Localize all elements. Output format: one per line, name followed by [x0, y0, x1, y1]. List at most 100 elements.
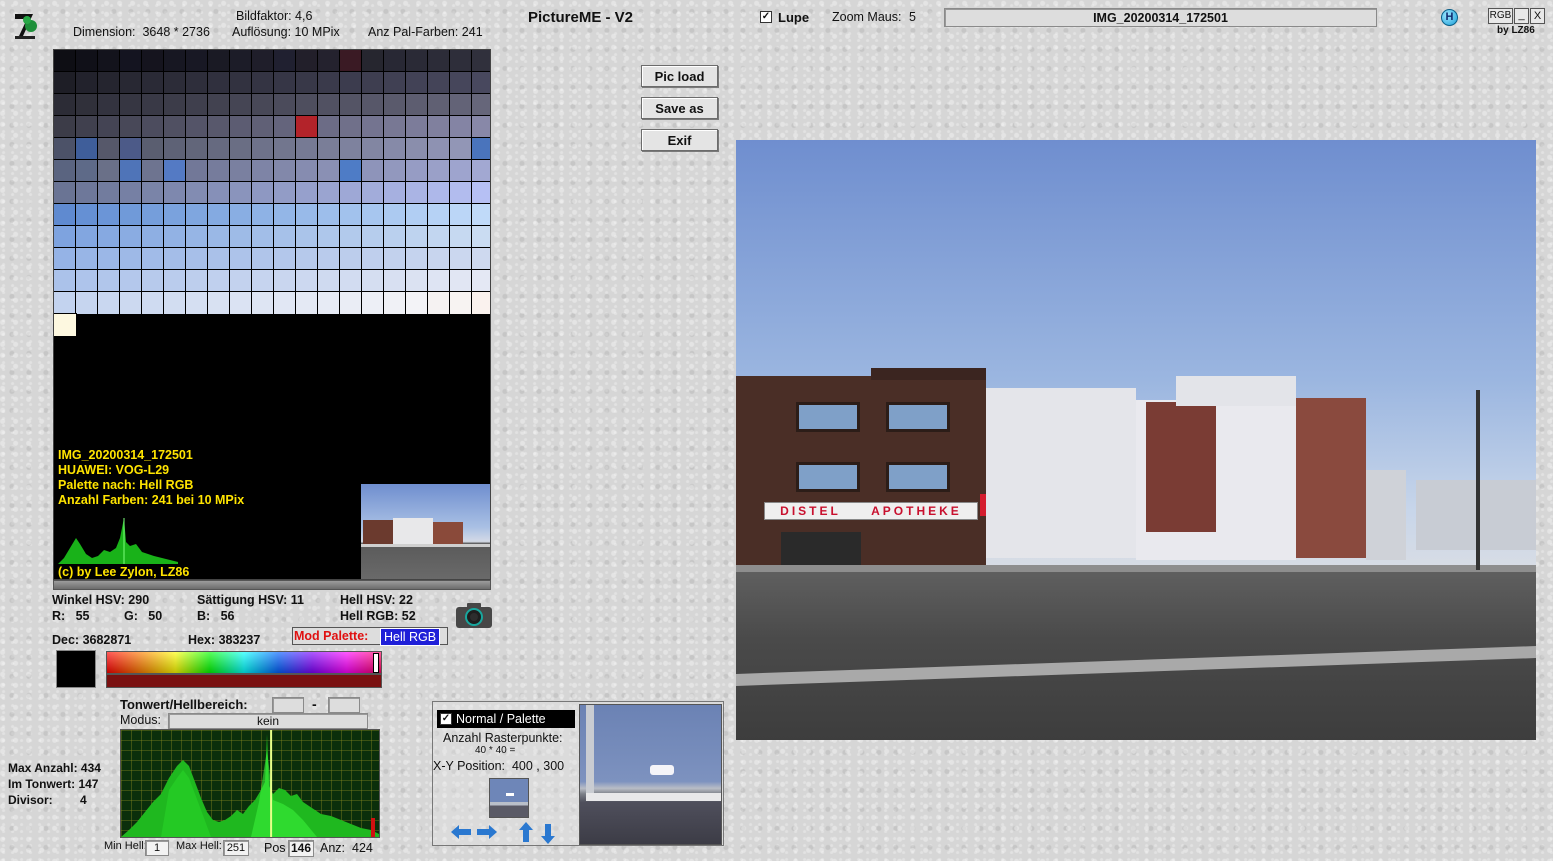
palette-cell[interactable] — [185, 269, 209, 293]
palette-cell[interactable] — [163, 93, 187, 117]
palette-cell[interactable] — [97, 71, 121, 95]
color-spectrum-bar[interactable] — [106, 651, 382, 674]
palette-cell[interactable] — [339, 203, 363, 227]
palette-cell[interactable] — [141, 247, 165, 271]
palette-cell[interactable] — [273, 159, 297, 183]
palette-cell[interactable] — [339, 291, 363, 315]
palette-cell[interactable] — [405, 50, 429, 73]
palette-cell[interactable] — [229, 93, 253, 117]
palette-cell[interactable] — [339, 181, 363, 205]
palette-cell[interactable] — [471, 93, 490, 117]
palette-cell[interactable] — [427, 115, 451, 139]
palette-cell[interactable] — [163, 225, 187, 249]
palette-cell[interactable] — [339, 93, 363, 117]
palette-cell[interactable] — [229, 137, 253, 161]
palette-cell[interactable] — [317, 93, 341, 117]
palette-cell[interactable] — [141, 291, 165, 315]
palette-cell[interactable] — [207, 181, 231, 205]
palette-cell[interactable] — [449, 115, 473, 139]
palette-cell[interactable] — [405, 71, 429, 95]
palette-cell[interactable] — [317, 291, 341, 315]
palette-cell[interactable] — [361, 181, 385, 205]
palette-cell[interactable] — [54, 159, 77, 183]
palette-cell[interactable] — [427, 291, 451, 315]
palette-cell[interactable] — [471, 291, 490, 315]
palette-cell[interactable] — [471, 50, 490, 73]
palette-cell[interactable] — [163, 115, 187, 139]
palette-cell[interactable] — [251, 71, 275, 95]
palette-cell[interactable] — [141, 93, 165, 117]
color-shade-bar[interactable] — [106, 674, 382, 688]
palette-cell[interactable] — [75, 71, 99, 95]
palette-cell[interactable] — [295, 50, 319, 73]
palette-cell[interactable] — [75, 50, 99, 73]
palette-cell[interactable] — [339, 269, 363, 293]
palette-scrollbar[interactable] — [53, 580, 491, 590]
help-icon[interactable]: H — [1441, 9, 1458, 26]
palette-cell[interactable] — [383, 115, 407, 139]
palette-cell[interactable] — [97, 269, 121, 293]
palette-cell[interactable] — [405, 291, 429, 315]
palette-cell[interactable] — [317, 247, 341, 271]
palette-cell[interactable] — [449, 225, 473, 249]
palette-cell[interactable] — [185, 225, 209, 249]
palette-cell[interactable] — [163, 247, 187, 271]
palette-cell[interactable] — [295, 269, 319, 293]
palette-cell[interactable] — [449, 203, 473, 227]
palette-cell[interactable] — [97, 225, 121, 249]
palette-cell[interactable] — [185, 181, 209, 205]
palette-cell[interactable] — [427, 137, 451, 161]
palette-cell[interactable] — [251, 291, 275, 315]
arrow-down-icon[interactable] — [541, 824, 555, 844]
palette-cell[interactable] — [339, 115, 363, 139]
palette-cell[interactable] — [383, 269, 407, 293]
palette-cell[interactable] — [383, 71, 407, 95]
palette-cell[interactable] — [317, 50, 341, 73]
palette-cell[interactable] — [405, 115, 429, 139]
palette-cell[interactable] — [339, 71, 363, 95]
palette-cell[interactable] — [75, 203, 99, 227]
palette-cell[interactable] — [54, 225, 77, 249]
palette-cell[interactable] — [449, 50, 473, 73]
palette-cell[interactable] — [427, 159, 451, 183]
palette-cell[interactable] — [361, 247, 385, 271]
arrow-up-icon[interactable] — [519, 822, 533, 842]
palette-cell[interactable] — [207, 93, 231, 117]
palette-cell[interactable] — [251, 137, 275, 161]
palette-cell[interactable] — [295, 137, 319, 161]
palette-cell[interactable] — [273, 291, 297, 315]
palette-cell[interactable] — [449, 137, 473, 161]
palette-cell[interactable] — [427, 247, 451, 271]
palette-cell[interactable] — [229, 247, 253, 271]
normal-palette-checkbox[interactable]: ✓ — [440, 713, 452, 725]
palette-cell[interactable] — [273, 137, 297, 161]
palette-cell[interactable] — [54, 137, 77, 161]
palette-cell[interactable] — [427, 181, 451, 205]
palette-cell[interactable] — [405, 93, 429, 117]
palette-cell[interactable] — [75, 181, 99, 205]
palette-cell[interactable] — [185, 247, 209, 271]
palette-cell[interactable] — [471, 159, 490, 183]
palette-cell[interactable] — [54, 93, 77, 117]
palette-cell[interactable] — [141, 115, 165, 139]
mod-palette-value[interactable]: Hell RGB — [380, 628, 441, 646]
palette-cell[interactable] — [119, 181, 143, 205]
palette-cell[interactable] — [97, 115, 121, 139]
palette-cell[interactable] — [54, 269, 77, 293]
palette-cell[interactable] — [141, 50, 165, 73]
palette-cell[interactable] — [229, 203, 253, 227]
palette-cell[interactable] — [273, 269, 297, 293]
palette-cell[interactable] — [229, 291, 253, 315]
palette-cell[interactable] — [295, 159, 319, 183]
max-hell-field[interactable]: 251 — [223, 840, 249, 856]
main-photo[interactable]: DISTEL APOTHEKE — [736, 140, 1536, 740]
palette-cell[interactable] — [471, 115, 490, 139]
palette-cell[interactable] — [185, 71, 209, 95]
palette-cell[interactable] — [317, 159, 341, 183]
palette-cell[interactable] — [317, 137, 341, 161]
palette-cell[interactable] — [54, 71, 77, 95]
palette-cell[interactable] — [75, 291, 99, 315]
palette-cell[interactable] — [185, 159, 209, 183]
palette-cell[interactable] — [405, 181, 429, 205]
palette-cell[interactable] — [97, 159, 121, 183]
